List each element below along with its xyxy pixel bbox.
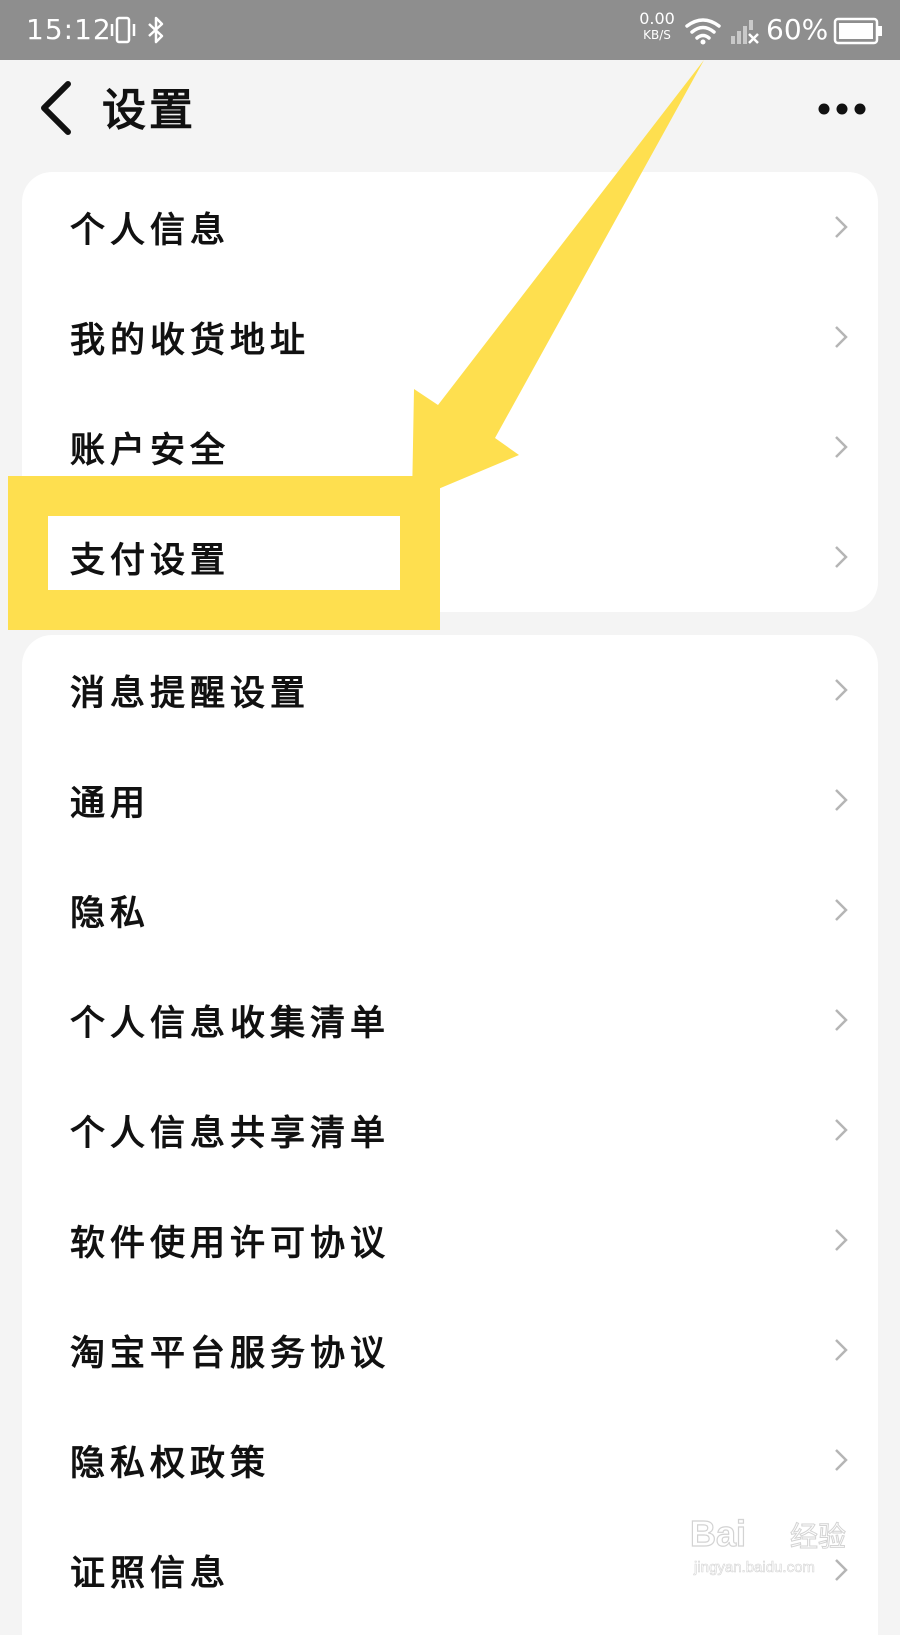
menu-item-data-sharing-list[interactable]: 个人信息共享清单: [22, 1075, 878, 1185]
nav-bar: 设置: [0, 60, 900, 160]
menu-item-general[interactable]: 通用: [22, 745, 878, 855]
menu-item-notification-settings[interactable]: 消息提醒设置: [22, 635, 878, 745]
battery-icon: [833, 17, 882, 45]
signal-no-service-icon: [731, 20, 759, 44]
chevron-right-icon: [835, 1559, 848, 1581]
wifi-icon: [685, 18, 721, 45]
menu-item-label: 我的收货地址: [70, 320, 311, 361]
menu-item-label: 个人信息收集清单: [70, 1003, 391, 1044]
more-dots-icon: [818, 103, 866, 115]
chevron-right-icon: [835, 1229, 848, 1251]
status-time: 15:12: [26, 13, 112, 46]
settings-card-account: 个人信息 我的收货地址 账户安全 支付设置: [22, 172, 878, 612]
menu-item-label: 通用: [70, 783, 151, 824]
bluetooth-icon: [148, 16, 164, 44]
menu-item-personal-info[interactable]: 个人信息: [22, 172, 878, 282]
menu-item-account-security[interactable]: 账户安全: [22, 392, 878, 502]
chevron-right-icon: [835, 216, 848, 238]
menu-item-shipping-address[interactable]: 我的收货地址: [22, 282, 878, 392]
menu-item-platform-service-agreement[interactable]: 淘宝平台服务协议: [22, 1295, 878, 1405]
menu-item-label: 支付设置: [70, 540, 231, 581]
menu-item-label: 个人信息: [70, 210, 231, 251]
status-bar: 15:12 0.00 KB/S 60%: [0, 0, 900, 60]
menu-item-payment-settings[interactable]: 支付设置: [22, 502, 878, 612]
menu-item-label: 隐私权政策: [70, 1443, 271, 1484]
chevron-right-icon: [835, 546, 848, 568]
chevron-left-icon: [41, 81, 71, 135]
more-options-button[interactable]: [812, 84, 872, 134]
chevron-right-icon: [835, 326, 848, 348]
menu-item-label: 隐私: [70, 893, 151, 934]
menu-item-label: 账户安全: [70, 430, 231, 471]
chevron-right-icon: [835, 789, 848, 811]
back-button[interactable]: [30, 70, 90, 146]
chevron-right-icon: [835, 1009, 848, 1031]
settings-card-general: 消息提醒设置 通用 隐私 个人信息收集清单 个人信息共享清单 软件使用许可协议 …: [22, 635, 878, 1635]
battery-percent: 60%: [766, 13, 829, 46]
menu-item-software-license[interactable]: 软件使用许可协议: [22, 1185, 878, 1295]
network-speed: 0.00 KB/S: [636, 9, 678, 42]
chevron-right-icon: [835, 899, 848, 921]
network-speed-unit: KB/S: [643, 28, 671, 42]
chevron-right-icon: [835, 679, 848, 701]
menu-item-label: 淘宝平台服务协议: [70, 1333, 391, 1374]
menu-item-privacy[interactable]: 隐私: [22, 855, 878, 965]
chevron-right-icon: [835, 1339, 848, 1361]
network-speed-value: 0.00: [639, 9, 675, 28]
menu-item-label: 软件使用许可协议: [70, 1223, 391, 1264]
chevron-right-icon: [835, 1119, 848, 1141]
chevron-right-icon: [835, 1449, 848, 1471]
chevron-right-icon: [835, 436, 848, 458]
menu-item-label: 证照信息: [70, 1553, 231, 1594]
menu-item-license-info[interactable]: 证照信息: [22, 1515, 878, 1625]
page-title: 设置: [102, 85, 196, 136]
menu-item-label: 个人信息共享清单: [70, 1113, 391, 1154]
menu-item-data-collection-list[interactable]: 个人信息收集清单: [22, 965, 878, 1075]
vibrate-icon: [110, 16, 136, 44]
menu-item-label: 消息提醒设置: [70, 673, 311, 714]
menu-item-privacy-policy[interactable]: 隐私权政策: [22, 1405, 878, 1515]
